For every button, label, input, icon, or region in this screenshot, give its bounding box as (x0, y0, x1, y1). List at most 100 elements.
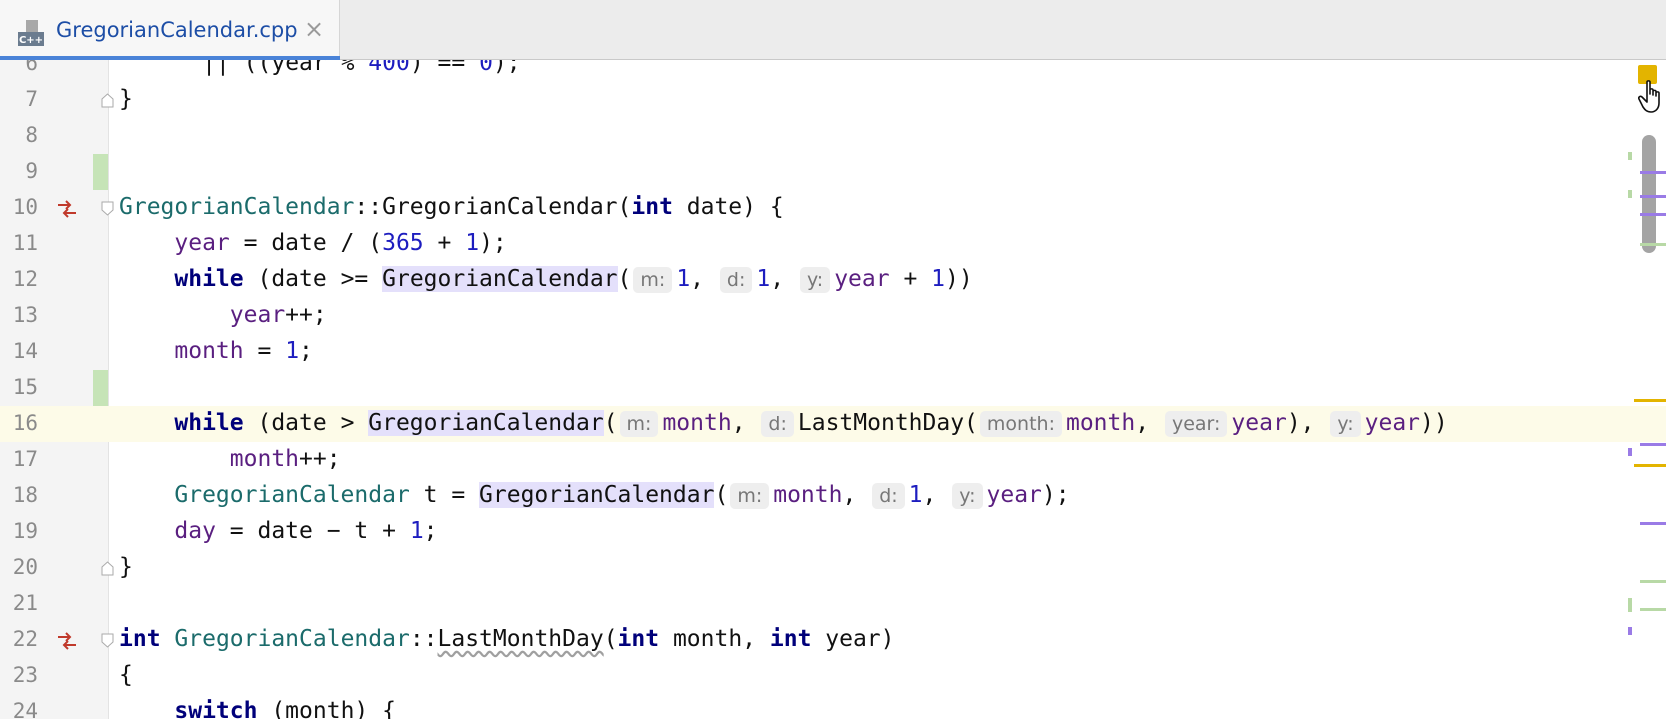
line-number: 16 (12, 411, 38, 435)
line-number: 23 (12, 663, 38, 687)
usage-marker[interactable] (1628, 627, 1632, 635)
code-line[interactable]: 24 switch (month) { (0, 694, 1666, 719)
code-line[interactable]: 12 while (date >= GregorianCalendar(m: 1,… (0, 262, 1666, 298)
code-text[interactable]: } (119, 554, 133, 580)
parameter-hint: m: (730, 483, 770, 509)
inspection-warning: LastMonthDay (437, 626, 604, 652)
parameter-hint: y: (952, 483, 983, 509)
line-number: 18 (12, 483, 38, 507)
code-line[interactable]: 22 int GregorianCalendar::LastMonthDay(i… (0, 622, 1666, 658)
fold-end-icon[interactable] (101, 93, 114, 108)
declaration-navigation-icon[interactable] (56, 200, 78, 218)
line-number: 13 (12, 303, 38, 327)
line-number: 7 (25, 87, 38, 111)
code-line[interactable]: 20 } (0, 550, 1666, 586)
code-text[interactable]: day = date − t + 1; (119, 518, 437, 544)
usage-highlight: GregorianCalendar (368, 410, 604, 436)
line-number: 11 (12, 231, 38, 255)
caret-row-marker[interactable] (1634, 464, 1666, 467)
usage-marker[interactable] (1640, 171, 1666, 174)
cpp-icon-label: C++ (19, 35, 43, 46)
code-text[interactable]: month = 1; (119, 338, 313, 364)
line-number: 19 (12, 519, 38, 543)
code-text[interactable]: { (119, 662, 133, 688)
line-number: 22 (12, 627, 38, 651)
code-line[interactable]: 23 { (0, 658, 1666, 694)
line-number: 14 (12, 339, 38, 363)
close-tab-icon[interactable]: × (304, 15, 324, 43)
usage-highlight: GregorianCalendar (479, 482, 715, 508)
code-line[interactable]: 8 (0, 118, 1666, 154)
scrollbar-thumb[interactable] (1642, 135, 1656, 253)
code-text[interactable]: switch (month) { (119, 698, 396, 719)
change-marker[interactable] (1640, 580, 1666, 583)
code-text[interactable]: year++; (119, 302, 327, 328)
usage-marker[interactable] (1640, 195, 1666, 198)
code-text[interactable]: year = date / (365 + 1); (119, 230, 506, 256)
code-line[interactable]: 6 || ((year % 400) == 0); (0, 60, 1666, 82)
fold-end-icon[interactable] (101, 561, 114, 576)
code-text[interactable]: while (date > GregorianCalendar(m: month,… (119, 410, 1448, 437)
line-number: 8 (25, 123, 38, 147)
hand-cursor-icon (1638, 80, 1660, 113)
code-line[interactable]: 13 year++; (0, 298, 1666, 334)
line-number: 10 (12, 195, 38, 219)
line-number: 24 (12, 699, 38, 719)
code-line[interactable]: 18 GregorianCalendar t = GregorianCalend… (0, 478, 1666, 514)
code-line[interactable]: 19 day = date − t + 1; (0, 514, 1666, 550)
code-line[interactable]: 11 year = date / (365 + 1); (0, 226, 1666, 262)
change-marker[interactable] (1628, 190, 1632, 198)
parameter-hint: d: (719, 267, 753, 293)
line-number: 12 (12, 267, 38, 291)
code-text[interactable]: } (119, 86, 133, 112)
vcs-added-marker[interactable] (93, 154, 108, 190)
editor-tab-bar: C++ GregorianCalendar.cpp × (0, 0, 1666, 60)
parameter-hint: y: (1330, 411, 1361, 437)
parameter-hint: m: (619, 411, 659, 437)
code-line[interactable]: 9 (0, 154, 1666, 190)
code-text[interactable]: month++; (119, 446, 341, 472)
change-marker[interactable] (1640, 608, 1666, 611)
usage-marker[interactable] (1640, 443, 1666, 446)
code-text[interactable]: GregorianCalendar::GregorianCalendar(int… (119, 194, 784, 220)
line-number: 9 (25, 159, 38, 183)
current-code-line[interactable]: 16 while (date > GregorianCalendar(m: mon… (0, 406, 1666, 442)
code-line[interactable]: 7 } (0, 82, 1666, 118)
change-marker[interactable] (1640, 243, 1666, 246)
usage-marker[interactable] (1640, 522, 1666, 525)
fold-start-icon[interactable] (101, 633, 114, 648)
fold-start-icon[interactable] (101, 201, 114, 216)
change-marker[interactable] (1628, 598, 1632, 612)
cpp-file-icon: C++ (18, 20, 44, 46)
parameter-hint: m: (633, 267, 673, 293)
parameter-hint: year: (1164, 411, 1228, 437)
code-line[interactable]: 21 (0, 586, 1666, 622)
code-text[interactable]: || ((year % 400) == 0); (119, 60, 521, 76)
line-number: 20 (12, 555, 38, 579)
parameter-hint: month: (979, 411, 1062, 437)
parameter-hint: d: (872, 483, 905, 509)
code-text[interactable]: GregorianCalendar t = GregorianCalendar(… (119, 482, 1070, 509)
line-number: 15 (12, 375, 38, 399)
code-text[interactable]: while (date >= GregorianCalendar(m: 1, d:… (119, 266, 973, 293)
declaration-navigation-icon[interactable] (56, 632, 78, 650)
line-number: 6 (25, 60, 38, 75)
tab-title[interactable]: GregorianCalendar.cpp (56, 18, 298, 42)
parameter-hint: d: (761, 411, 794, 437)
code-line[interactable]: 15 (0, 370, 1666, 406)
usage-marker[interactable] (1640, 213, 1666, 216)
change-marker[interactable] (1628, 152, 1632, 160)
code-line[interactable]: 14 month = 1; (0, 334, 1666, 370)
file-tab[interactable]: C++ GregorianCalendar.cpp × (0, 0, 340, 60)
parameter-hint: y: (799, 267, 831, 293)
code-editor[interactable]: 6 || ((year % 400) == 0); 7 } 8 9 10 Gre… (0, 60, 1666, 719)
code-text[interactable]: int GregorianCalendar::LastMonthDay(int … (119, 626, 895, 652)
caret-row-marker[interactable] (1634, 399, 1666, 402)
vcs-added-marker[interactable] (93, 370, 108, 406)
code-line[interactable]: 17 month++; (0, 442, 1666, 478)
usage-marker[interactable] (1628, 448, 1632, 456)
usage-highlight: GregorianCalendar (382, 266, 618, 292)
line-number: 17 (12, 447, 38, 471)
line-number: 21 (12, 591, 38, 615)
code-line[interactable]: 10 GregorianCalendar::GregorianCalendar(… (0, 190, 1666, 226)
